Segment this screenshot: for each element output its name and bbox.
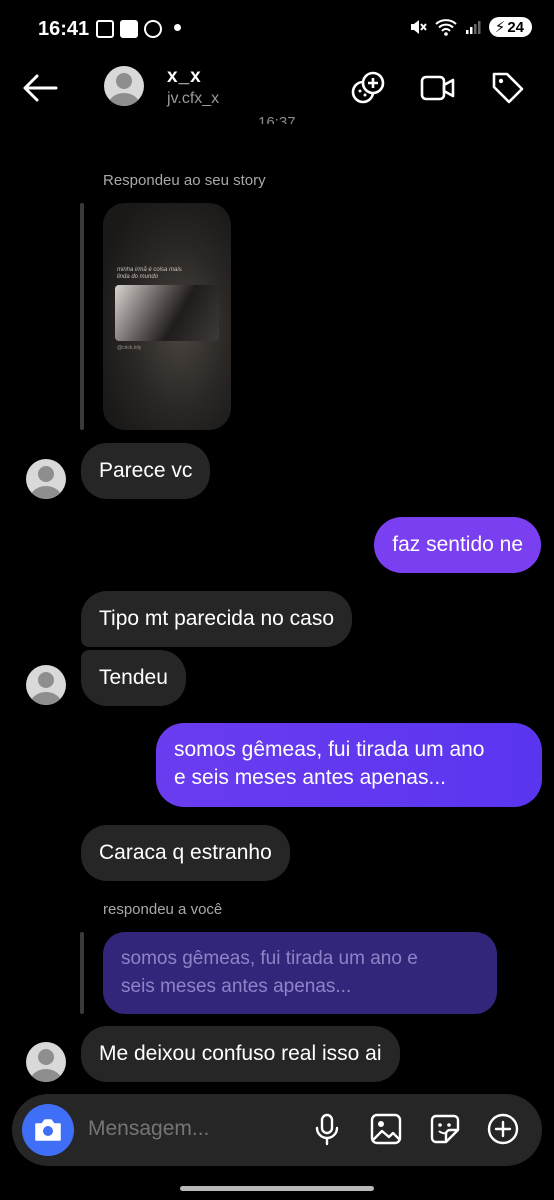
tag-icon[interactable] <box>490 70 526 106</box>
sender-avatar[interactable] <box>26 459 66 499</box>
status-time: 16:41 <box>38 18 90 40</box>
video-call-icon[interactable] <box>420 70 456 106</box>
battery-level: 24 <box>507 18 524 36</box>
camera-button[interactable] <box>22 1104 74 1156</box>
incoming-message[interactable]: Caraca q estranho <box>81 825 290 881</box>
camera-icon <box>35 1119 61 1141</box>
quoted-line: somos gêmeas, fui tirada um ano e <box>121 948 418 969</box>
outgoing-message[interactable]: faz sentido ne <box>374 517 541 573</box>
quoted-line: seis meses antes apenas... <box>121 976 352 997</box>
incoming-message[interactable]: Tendeu <box>81 650 186 706</box>
whatsapp-icon <box>144 20 162 38</box>
outgoing-message[interactable]: somos gêmeas, fui tirada um ano e seis m… <box>156 723 542 807</box>
wifi-icon <box>435 19 457 36</box>
mute-icon <box>410 20 427 34</box>
story-handle: @crick.loly <box>117 345 142 351</box>
default-avatar-icon <box>30 466 62 499</box>
contact-username[interactable]: jv.cfx_x <box>167 90 219 108</box>
message-input[interactable] <box>88 1117 288 1141</box>
sender-avatar[interactable] <box>26 665 66 705</box>
charging-icon: ⚡ <box>494 19 506 36</box>
check-icon <box>120 20 138 38</box>
incoming-message[interactable]: Tipo mt parecida no caso <box>81 591 353 647</box>
contact-name[interactable]: x_x <box>167 66 202 88</box>
message-line: somos gêmeas, fui tirada um ano <box>174 738 485 761</box>
reply-indicator-line <box>80 203 84 430</box>
status-notification-icons <box>96 20 162 38</box>
incoming-message[interactable]: Parece vc <box>81 443 211 499</box>
message-line: e seis meses antes apenas... <box>174 766 446 789</box>
back-arrow-icon[interactable] <box>22 72 58 104</box>
battery-indicator: ⚡ 24 <box>488 17 532 37</box>
story-photo <box>115 285 219 341</box>
reply-to-you-label: respondeu a você <box>103 901 223 918</box>
story-reply-label: Respondeu ao seu story <box>103 172 266 189</box>
story-caption: minha irmã é coisa mais linda do mundo <box>117 267 182 280</box>
story-thumbnail[interactable]: minha irmã é coisa mais linda do mundo @… <box>103 203 231 430</box>
header-avatar[interactable] <box>104 66 144 106</box>
signal-icon <box>465 21 481 34</box>
status-system-icons: ⚡ 24 <box>409 17 532 37</box>
default-avatar-icon <box>30 1049 62 1082</box>
add-people-icon[interactable] <box>350 70 386 106</box>
add-circle-icon[interactable] <box>486 1112 520 1146</box>
reply-indicator-line <box>80 932 84 1014</box>
incoming-message[interactable]: Me deixou confuso real isso ai <box>81 1026 400 1082</box>
screenshot-icon <box>96 20 114 38</box>
sender-avatar[interactable] <box>26 1042 66 1082</box>
notification-dot <box>174 24 181 31</box>
microphone-icon[interactable] <box>310 1112 344 1146</box>
quoted-message[interactable]: somos gêmeas, fui tirada um ano e seis m… <box>103 932 497 1014</box>
default-avatar-icon <box>108 73 140 106</box>
home-indicator[interactable] <box>180 1186 374 1191</box>
gallery-icon[interactable] <box>369 1112 403 1146</box>
default-avatar-icon <box>30 672 62 705</box>
message-timestamp: 16:37 <box>258 114 296 124</box>
sticker-icon[interactable] <box>428 1112 462 1146</box>
